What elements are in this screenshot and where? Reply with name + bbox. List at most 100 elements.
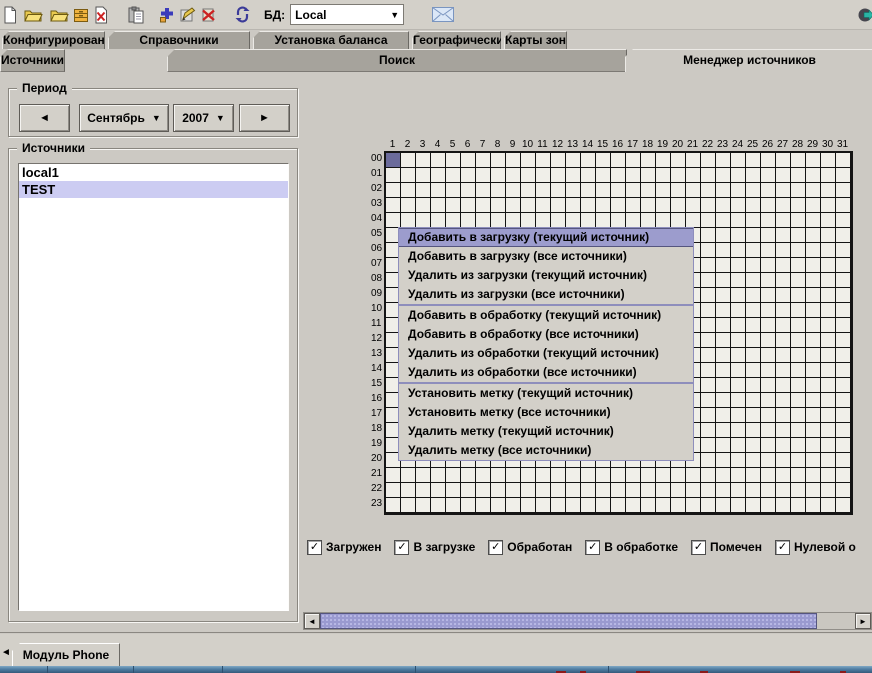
grid-cell-23-11[interactable]: [536, 498, 551, 513]
menu-item[interactable]: Добавить в загрузку (текущий источник): [399, 228, 693, 247]
grid-cell-22-21[interactable]: [686, 483, 701, 498]
grid-cell-23-23[interactable]: [716, 498, 731, 513]
grid-cell-00-2[interactable]: [401, 153, 416, 168]
grid-cell-22-5[interactable]: [446, 483, 461, 498]
grid-cell-18-23[interactable]: [716, 423, 731, 438]
menu-item[interactable]: Добавить в обработку (все источники): [399, 325, 693, 344]
grid-cell-06-24[interactable]: [731, 243, 746, 258]
grid-cell-14-27[interactable]: [776, 363, 791, 378]
grid-cell-18-25[interactable]: [746, 423, 761, 438]
scroll-left-button[interactable]: ◄: [304, 613, 320, 629]
grid-cell-04-2[interactable]: [401, 213, 416, 228]
grid-cell-07-26[interactable]: [761, 258, 776, 273]
grid-cell-19-26[interactable]: [761, 438, 776, 453]
grid-cell-10-31[interactable]: [836, 303, 851, 318]
grid-cell-07-27[interactable]: [776, 258, 791, 273]
grid-cell-04-27[interactable]: [776, 213, 791, 228]
grid-cell-23-18[interactable]: [641, 498, 656, 513]
grid-cell-22-7[interactable]: [476, 483, 491, 498]
grid-cell-21-26[interactable]: [761, 468, 776, 483]
grid-cell-11-26[interactable]: [761, 318, 776, 333]
grid-cell-04-26[interactable]: [761, 213, 776, 228]
grid-cell-03-29[interactable]: [806, 198, 821, 213]
grid-cell-23-14[interactable]: [581, 498, 596, 513]
grid-cell-19-31[interactable]: [836, 438, 851, 453]
grid-cell-04-16[interactable]: [611, 213, 626, 228]
grid-cell-04-3[interactable]: [416, 213, 431, 228]
grid-cell-02-26[interactable]: [761, 183, 776, 198]
grid-cell-18-28[interactable]: [791, 423, 806, 438]
grid-cell-05-31[interactable]: [836, 228, 851, 243]
grid-cell-05-28[interactable]: [791, 228, 806, 243]
grid-cell-08-30[interactable]: [821, 273, 836, 288]
grid-cell-06-30[interactable]: [821, 243, 836, 258]
grid-cell-12-27[interactable]: [776, 333, 791, 348]
grid-cell-03-11[interactable]: [536, 198, 551, 213]
grid-cell-00-11[interactable]: [536, 153, 551, 168]
grid-cell-00-29[interactable]: [806, 153, 821, 168]
grid-cell-23-3[interactable]: [416, 498, 431, 513]
grid-cell-14-24[interactable]: [731, 363, 746, 378]
grid-cell-06-23[interactable]: [716, 243, 731, 258]
secondary-tab[interactable]: Источники: [0, 49, 65, 72]
grid-cell-14-30[interactable]: [821, 363, 836, 378]
grid-cell-22-14[interactable]: [581, 483, 596, 498]
grid-cell-13-28[interactable]: [791, 348, 806, 363]
grid-cell-00-12[interactable]: [551, 153, 566, 168]
grid-cell-06-29[interactable]: [806, 243, 821, 258]
grid-cell-04-23[interactable]: [716, 213, 731, 228]
grid-cell-17-31[interactable]: [836, 408, 851, 423]
grid-cell-09-27[interactable]: [776, 288, 791, 303]
grid-cell-20-30[interactable]: [821, 453, 836, 468]
grid-cell-08-27[interactable]: [776, 273, 791, 288]
grid-cell-14-28[interactable]: [791, 363, 806, 378]
grid-cell-23-24[interactable]: [731, 498, 746, 513]
grid-cell-14-25[interactable]: [746, 363, 761, 378]
grid-cell-23-30[interactable]: [821, 498, 836, 513]
grid-cell-00-4[interactable]: [431, 153, 446, 168]
grid-cell-14-26[interactable]: [761, 363, 776, 378]
grid-cell-02-15[interactable]: [596, 183, 611, 198]
grid-cell-22-28[interactable]: [791, 483, 806, 498]
grid-cell-04-13[interactable]: [566, 213, 581, 228]
grid-cell-22-4[interactable]: [431, 483, 446, 498]
checkbox-checked-icon[interactable]: ✓: [775, 540, 790, 555]
grid-cell-22-20[interactable]: [671, 483, 686, 498]
grid-cell-19-27[interactable]: [776, 438, 791, 453]
grid-cell-03-28[interactable]: [791, 198, 806, 213]
grid-cell-01-12[interactable]: [551, 168, 566, 183]
grid-cell-22-19[interactable]: [656, 483, 671, 498]
grid-cell-22-11[interactable]: [536, 483, 551, 498]
grid-cell-13-22[interactable]: [701, 348, 716, 363]
grid-cell-01-14[interactable]: [581, 168, 596, 183]
grid-cell-02-17[interactable]: [626, 183, 641, 198]
grid-cell-21-29[interactable]: [806, 468, 821, 483]
grid-cell-01-5[interactable]: [446, 168, 461, 183]
grid-cell-20-22[interactable]: [701, 453, 716, 468]
grid-cell-05-27[interactable]: [776, 228, 791, 243]
grid-cell-23-7[interactable]: [476, 498, 491, 513]
grid-cell-20-27[interactable]: [776, 453, 791, 468]
grid-cell-00-26[interactable]: [761, 153, 776, 168]
grid-cell-01-7[interactable]: [476, 168, 491, 183]
secondary-tab[interactable]: Менеджер источников: [625, 49, 872, 72]
grid-cell-08-31[interactable]: [836, 273, 851, 288]
grid-cell-00-16[interactable]: [611, 153, 626, 168]
grid-cell-04-8[interactable]: [491, 213, 506, 228]
status-filter[interactable]: ✓ Нулевой о: [775, 540, 856, 555]
source-list-item[interactable]: local1: [19, 164, 288, 181]
grid-cell-01-13[interactable]: [566, 168, 581, 183]
grid-cell-21-27[interactable]: [776, 468, 791, 483]
grid-cell-19-22[interactable]: [701, 438, 716, 453]
grid-cell-09-26[interactable]: [761, 288, 776, 303]
grid-cell-03-22[interactable]: [701, 198, 716, 213]
grid-cell-23-15[interactable]: [596, 498, 611, 513]
grid-cell-18-22[interactable]: [701, 423, 716, 438]
grid-cell-18-30[interactable]: [821, 423, 836, 438]
grid-cell-03-15[interactable]: [596, 198, 611, 213]
year-combobox[interactable]: 2007 ▼: [173, 104, 234, 132]
menu-item[interactable]: Удалить из обработки (текущий источник): [399, 344, 693, 363]
grid-cell-23-2[interactable]: [401, 498, 416, 513]
grid-cell-17-23[interactable]: [716, 408, 731, 423]
grid-cell-03-10[interactable]: [521, 198, 536, 213]
